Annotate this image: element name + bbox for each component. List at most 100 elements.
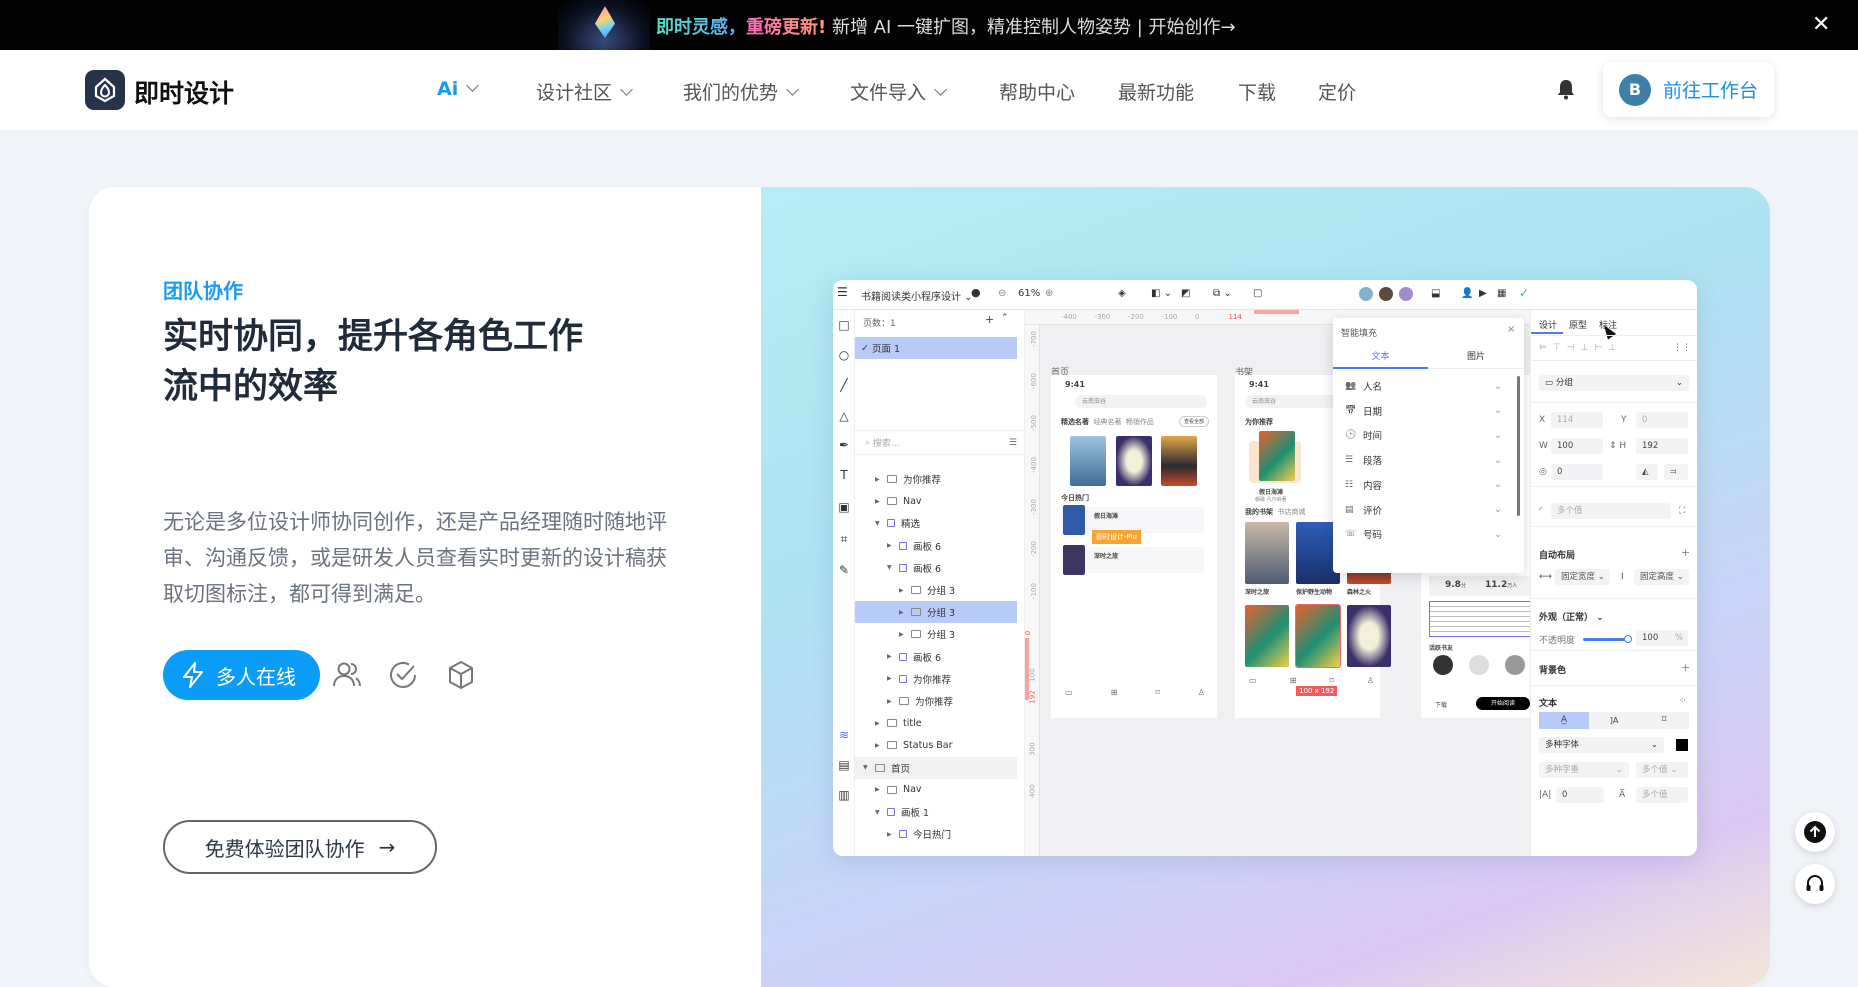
- zoom-in-icon[interactable]: ⊕: [1045, 288, 1053, 299]
- boolean-icon[interactable]: ◧ ⌄: [1151, 288, 1172, 299]
- zoom-out-icon[interactable]: ⊖: [998, 288, 1006, 299]
- home-frame[interactable]: 9:41 云南虫谷 精选名著 经典名著 畅销作品 查看全部 今日热门 假日海滩 …: [1051, 375, 1217, 718]
- nav-item[interactable]: 帮助中心: [999, 78, 1075, 105]
- nav-item[interactable]: 我们的优势: [683, 78, 799, 105]
- mask-icon[interactable]: ◩: [1181, 288, 1190, 299]
- collapse-icon[interactable]: ⌃: [1001, 313, 1009, 323]
- page-item[interactable]: ✓ 页面 1: [855, 337, 1017, 359]
- caret-right-icon[interactable]: ▶: [875, 498, 881, 505]
- text-auto-width-icon[interactable]: A̲: [1539, 712, 1589, 729]
- users-icon[interactable]: [330, 658, 364, 692]
- layer-item[interactable]: ▶ 分组 3: [855, 601, 1017, 624]
- filter-icon[interactable]: ☰: [1009, 438, 1017, 448]
- text-fixed-icon[interactable]: ⌑: [1639, 712, 1689, 729]
- close-icon[interactable]: ✕: [1812, 12, 1830, 37]
- assets-icon[interactable]: ▤: [837, 758, 851, 772]
- component-icon[interactable]: ◈: [1118, 288, 1126, 299]
- layer-item[interactable]: ▼ 画板 1: [855, 801, 1017, 823]
- caret-down-icon[interactable]: ▼: [875, 520, 881, 527]
- feature-tab-online[interactable]: 多人在线: [163, 650, 320, 700]
- nav-item[interactable]: 文件导入: [850, 78, 947, 105]
- opacity-slider[interactable]: [1583, 638, 1627, 641]
- fill-option[interactable]: 🕒 时间 ⌄: [1333, 423, 1524, 447]
- caret-right-icon[interactable]: ▶: [875, 720, 881, 727]
- text-tool-icon[interactable]: T: [837, 468, 851, 482]
- fill-option[interactable]: 👥 人名 ⌄: [1333, 374, 1524, 398]
- text-color-swatch[interactable]: [1676, 739, 1688, 751]
- file-name[interactable]: 书籍阅读类小程序设计 ⌄: [861, 288, 973, 303]
- caret-down-icon[interactable]: ▼: [875, 809, 881, 816]
- caret-right-icon[interactable]: ▶: [899, 587, 905, 594]
- check-circle-icon[interactable]: [386, 658, 420, 692]
- rotation-field[interactable]: 0: [1551, 464, 1603, 480]
- support-button[interactable]: [1795, 864, 1835, 904]
- tab-design[interactable]: 设计: [1539, 318, 1557, 331]
- polygon-tool-icon[interactable]: △: [837, 409, 851, 423]
- banner-text[interactable]: 即时灵感，重磅更新! 新增 AI 一键扩图，精准控制人物姿势 | 开始创作→: [656, 13, 1236, 39]
- layer-item[interactable]: ▶ 分组 3: [855, 623, 1017, 645]
- try-team-collab-button[interactable]: 免费体验团队协作 →: [163, 820, 437, 874]
- menu-icon[interactable]: ☰: [837, 285, 848, 299]
- collaborator-avatar[interactable]: [1359, 287, 1373, 301]
- caret-right-icon[interactable]: ▶: [887, 698, 893, 705]
- frame-tool-icon[interactable]: ⌗: [837, 532, 851, 546]
- layer-item[interactable]: ▼ 精选: [855, 512, 1017, 534]
- nav-item[interactable]: 下载: [1238, 78, 1276, 105]
- caret-right-icon[interactable]: ▶: [887, 542, 893, 549]
- layout-icon[interactable]: ▦: [1497, 288, 1506, 299]
- play-icon[interactable]: ▶: [1479, 288, 1487, 299]
- y-field[interactable]: 0: [1636, 412, 1688, 428]
- opacity-slider-handle[interactable]: [1624, 635, 1632, 643]
- layer-item[interactable]: ▶ Nav: [855, 490, 1017, 512]
- ellipse-tool-icon[interactable]: ○: [837, 348, 851, 362]
- rectangle-tool-icon[interactable]: □: [837, 318, 851, 332]
- nav-item[interactable]: Ai: [437, 78, 480, 100]
- fill-option[interactable]: ☷ 内容 ⌄: [1333, 473, 1524, 497]
- fill-option[interactable]: 📅 日期 ⌄: [1333, 399, 1524, 423]
- caret-right-icon[interactable]: ▶: [875, 742, 881, 749]
- font-family-select[interactable]: 多种字体 ⌄: [1539, 737, 1664, 753]
- fixed-height-select[interactable]: 固定高度 ⌄: [1634, 569, 1689, 585]
- close-icon[interactable]: ×: [1507, 324, 1515, 335]
- layer-item[interactable]: ▶ 分组 3: [855, 579, 1017, 601]
- nav-item[interactable]: 定价: [1318, 78, 1356, 105]
- add-auto-layout-icon[interactable]: +: [1681, 546, 1690, 559]
- layer-item[interactable]: ▶ 为你推荐: [855, 690, 1017, 712]
- layers-icon[interactable]: ≋: [837, 728, 851, 742]
- nav-item[interactable]: 设计社区: [536, 78, 633, 105]
- font-size-select[interactable]: 多个值 ⌄: [1636, 762, 1688, 778]
- cube-icon[interactable]: [444, 658, 478, 692]
- appearance-select[interactable]: 外观（正常） ⌄: [1539, 610, 1604, 623]
- caret-right-icon[interactable]: ▶: [899, 631, 905, 638]
- layer-item[interactable]: ▶ 画板 6: [855, 646, 1017, 668]
- frame-icon[interactable]: ▢: [1253, 288, 1262, 299]
- promo-banner[interactable]: 即时灵感，重磅更新! 新增 AI 一键扩图，精准控制人物姿势 | 开始创作→ ✕: [0, 0, 1858, 50]
- arrange-icon[interactable]: ⧉ ⌄: [1213, 288, 1232, 299]
- caret-down-icon[interactable]: ▼: [863, 764, 869, 771]
- scrollbar[interactable]: [1517, 376, 1520, 516]
- lock-ratio-icon[interactable]: ⇕ H: [1609, 441, 1626, 451]
- caret-right-icon[interactable]: ▶: [887, 653, 893, 660]
- scroll-top-button[interactable]: [1795, 812, 1835, 852]
- collaborator-avatar[interactable]: [1379, 287, 1393, 301]
- tab-image[interactable]: 图片: [1428, 345, 1524, 369]
- share-user-icon[interactable]: 👤: [1461, 288, 1473, 299]
- layer-item[interactable]: ▼ 首页: [855, 756, 1017, 779]
- radius-field[interactable]: 多个值: [1551, 503, 1671, 519]
- layer-item[interactable]: ▶ Nav: [855, 779, 1017, 801]
- height-field[interactable]: 192: [1636, 438, 1688, 454]
- group-select[interactable]: ▭ 分组 ⌄: [1539, 375, 1689, 391]
- width-field[interactable]: 100: [1551, 438, 1603, 454]
- zoom-level[interactable]: 61%: [1018, 288, 1040, 299]
- image-tool-icon[interactable]: ▣: [837, 500, 851, 514]
- layer-item[interactable]: ▶ Status Bar: [855, 734, 1017, 756]
- fixed-width-select[interactable]: 固定宽度 ⌄: [1555, 569, 1610, 585]
- collaborator-avatar[interactable]: [1399, 287, 1413, 301]
- layer-item[interactable]: ▼ 画板 6: [855, 557, 1017, 579]
- independent-corners-icon[interactable]: ⛶: [1679, 506, 1685, 516]
- logo-text[interactable]: 即时设计: [134, 74, 234, 110]
- comment-icon[interactable]: ●: [971, 286, 981, 299]
- flip-v-icon[interactable]: ⫤: [1664, 464, 1688, 480]
- logo-icon[interactable]: [85, 70, 125, 110]
- layer-search[interactable]: ⌕ 搜索... ☰: [855, 430, 1025, 455]
